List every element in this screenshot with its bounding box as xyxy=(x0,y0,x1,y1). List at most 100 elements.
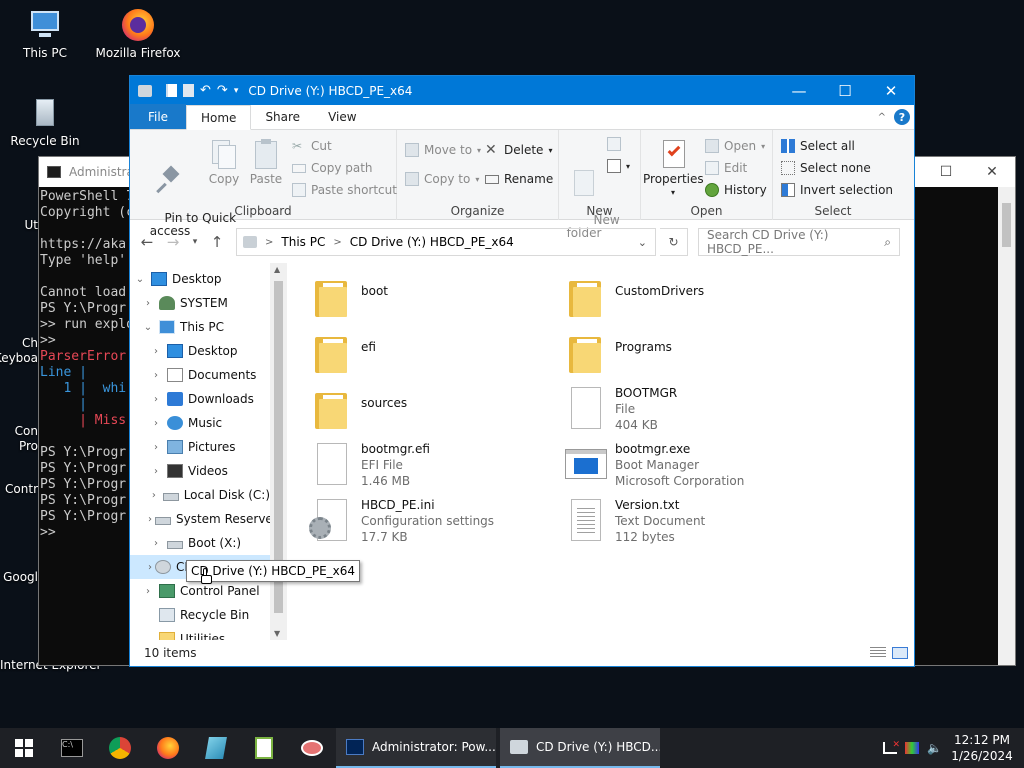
tab-view[interactable]: View xyxy=(314,105,370,129)
breadcrumb-separator-icon[interactable]: > xyxy=(265,237,273,248)
address-bar[interactable]: > This PC > CD Drive (Y:) HBCD_PE_x64 ⌄ xyxy=(236,228,656,256)
nav-item[interactable]: › Local Disk (C:) xyxy=(130,483,270,507)
breadcrumb-this-pc[interactable]: This PC xyxy=(281,235,325,249)
desktop-icon-google[interactable]: Googl xyxy=(0,570,38,584)
chevron-right-icon[interactable]: › xyxy=(140,586,156,597)
scroll-down-icon[interactable]: ▼ xyxy=(274,629,280,638)
cut-button[interactable]: ✂ Cut xyxy=(292,136,332,156)
history-button[interactable]: History xyxy=(705,180,767,200)
file-item[interactable]: bootmgr.exe Boot Manager Microsoft Corpora… xyxy=(565,441,805,489)
nav-item[interactable]: Utilities xyxy=(130,627,270,640)
desktop-icon-firefox[interactable]: Mozilla Firefox xyxy=(93,8,183,60)
taskbar-app-explorer[interactable]: CD Drive (Y:) HBCD... xyxy=(500,728,660,768)
nav-scrollbar[interactable]: ▲ ▼ xyxy=(270,263,287,640)
chevron-down-icon[interactable]: ⌄ xyxy=(140,322,156,333)
file-item[interactable]: boot xyxy=(311,273,551,319)
file-item[interactable]: efi xyxy=(311,329,551,375)
file-item[interactable]: sources xyxy=(311,385,551,431)
desktop-icon-recycle-bin[interactable]: Recycle Bin xyxy=(0,96,90,148)
close-icon[interactable]: ✕ xyxy=(868,76,914,105)
nav-item[interactable]: › Documents xyxy=(130,363,270,387)
redo-icon[interactable]: ↷ xyxy=(217,83,228,98)
file-item[interactable]: Version.txt Text Document 112 bytes xyxy=(565,497,805,545)
tab-share[interactable]: Share xyxy=(251,105,314,129)
details-view-icon[interactable] xyxy=(870,647,886,659)
copy-button[interactable]: Copy xyxy=(206,138,242,186)
move-to-button[interactable]: Move to ▾ xyxy=(405,140,481,160)
desktop-icon-control-pro[interactable]: Con Pro xyxy=(0,394,38,484)
address-dropdown-icon[interactable]: ⌄ xyxy=(638,236,647,249)
invert-selection-button[interactable]: Invert selection xyxy=(781,180,893,200)
chevron-right-icon[interactable]: › xyxy=(148,466,164,477)
desktop-icon-control[interactable]: Contr xyxy=(0,482,38,496)
undo-icon[interactable]: ↶ xyxy=(200,83,211,98)
new-item-button[interactable] xyxy=(607,134,621,154)
copy-to-button[interactable]: Copy to ▾ xyxy=(405,169,479,189)
nav-item[interactable]: › Videos xyxy=(130,459,270,483)
start-button[interactable] xyxy=(0,728,48,768)
pin-to-quick-access-button[interactable]: Pin to Quick access xyxy=(134,138,236,251)
refresh-button[interactable]: ↻ xyxy=(660,228,688,256)
paste-shortcut-button[interactable]: Paste shortcut xyxy=(292,180,397,200)
chevron-right-icon[interactable]: › xyxy=(140,298,156,309)
rename-button[interactable]: Rename xyxy=(485,169,553,189)
chevron-right-icon[interactable]: › xyxy=(148,514,152,525)
taskbar-cmd[interactable]: C:\ xyxy=(48,728,96,768)
file-item[interactable]: CustomDrivers xyxy=(565,273,805,319)
chevron-down-icon[interactable]: ⌄ xyxy=(132,274,148,285)
collapse-ribbon-icon[interactable]: ^ xyxy=(878,112,886,123)
powershell-scrollbar[interactable] xyxy=(998,187,1015,665)
select-all-button[interactable]: Select all xyxy=(781,136,855,156)
file-item[interactable]: BOOTMGR File 404 KB xyxy=(565,385,805,433)
maximize-icon[interactable]: ☐ xyxy=(822,76,868,105)
delete-button[interactable]: ✕ Delete ▾ xyxy=(485,140,552,160)
tab-file[interactable]: File xyxy=(130,104,186,129)
file-item[interactable]: bootmgr.efi EFI File 1.46 MB xyxy=(311,441,551,489)
nav-item[interactable]: › Pictures xyxy=(130,435,270,459)
chevron-right-icon[interactable]: › xyxy=(148,490,160,501)
desktop-icon-keyboard[interactable]: Ch Keyboa xyxy=(0,306,38,396)
easy-access-button[interactable]: ▾ xyxy=(607,156,630,176)
large-icons-view-icon[interactable] xyxy=(892,647,908,659)
explorer-titlebar[interactable]: ↶ ↷ ▾ CD Drive (Y:) HBCD_PE_x64 — ☐ ✕ xyxy=(130,76,914,105)
taskbar-editor[interactable] xyxy=(240,728,288,768)
breadcrumb-cd-drive[interactable]: CD Drive (Y:) HBCD_PE_x64 xyxy=(350,235,514,249)
chevron-right-icon[interactable]: › xyxy=(148,538,164,549)
display-icon[interactable] xyxy=(905,742,920,754)
desktop-icon-utilities[interactable]: Ut xyxy=(0,218,39,232)
network-icon[interactable]: ✕ xyxy=(883,740,900,754)
scroll-up-icon[interactable]: ▲ xyxy=(274,265,280,274)
chevron-right-icon[interactable]: › xyxy=(148,418,164,429)
taskbar-firefox[interactable] xyxy=(144,728,192,768)
up-arrow-icon[interactable]: ↑ xyxy=(206,233,228,251)
nav-item[interactable]: ⌄ Desktop xyxy=(130,267,270,291)
copy-path-button[interactable]: Copy path xyxy=(292,158,373,178)
tab-home[interactable]: Home xyxy=(186,105,252,130)
minimize-icon[interactable]: — xyxy=(776,76,822,105)
chevron-right-icon[interactable]: › xyxy=(148,394,164,405)
paste-button[interactable]: Paste xyxy=(246,138,286,186)
maximize-icon[interactable]: ☐ xyxy=(923,157,969,187)
file-item[interactable]: HBCD_PE.ini Configuration settings 17.7 KB xyxy=(309,497,551,545)
desktop-icon-this-pc[interactable]: This PC xyxy=(0,8,90,60)
nav-item[interactable]: › Music xyxy=(130,411,270,435)
chevron-right-icon[interactable]: › xyxy=(148,562,152,573)
taskbar-chrome[interactable] xyxy=(96,728,144,768)
new-folder-qat-icon[interactable] xyxy=(183,84,194,97)
taskbar-tool[interactable] xyxy=(288,728,336,768)
taskbar-notepad[interactable] xyxy=(192,728,240,768)
nav-item[interactable]: › Boot (X:) xyxy=(130,531,270,555)
help-icon[interactable]: ? xyxy=(894,109,910,125)
nav-item[interactable]: › Desktop xyxy=(130,339,270,363)
open-button[interactable]: Open ▾ xyxy=(705,136,765,156)
nav-item[interactable]: Recycle Bin xyxy=(130,603,270,627)
taskbar-app-powershell[interactable]: Administrator: Pow... xyxy=(336,728,496,768)
volume-muted-icon[interactable]: 🔈 xyxy=(927,741,942,755)
nav-item[interactable]: › System Reserve xyxy=(130,507,273,531)
file-list[interactable]: boot CustomDrivers efi Programs sources BOOTM… xyxy=(287,263,914,640)
breadcrumb-separator-icon[interactable]: > xyxy=(333,237,341,248)
search-input[interactable]: Search CD Drive (Y:) HBCD_PE... ⌕ xyxy=(698,228,900,256)
nav-item[interactable]: › Downloads xyxy=(130,387,270,411)
chevron-right-icon[interactable]: › xyxy=(148,442,164,453)
properties-button[interactable]: Properties ▾ xyxy=(643,138,704,199)
